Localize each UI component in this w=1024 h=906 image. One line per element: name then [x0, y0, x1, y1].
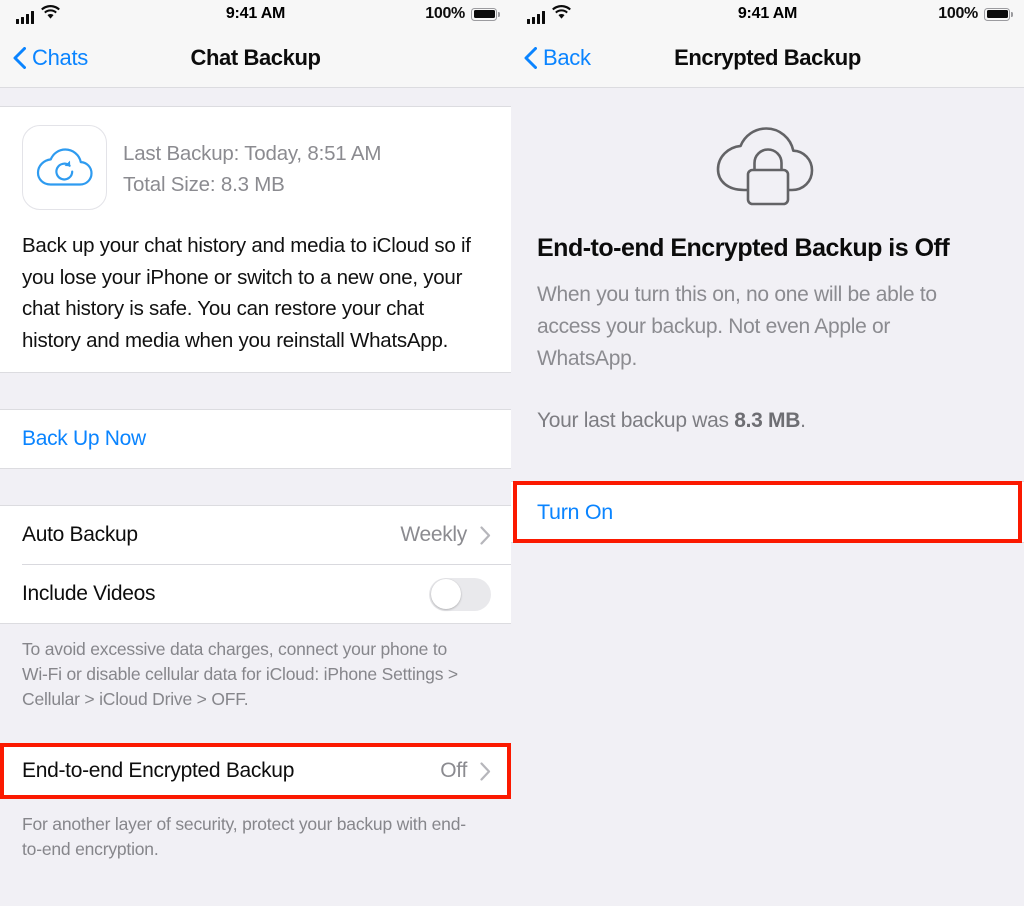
- include-videos-toggle[interactable]: [429, 577, 491, 611]
- chevron-left-icon: [13, 46, 26, 69]
- chevron-left-icon: [524, 46, 537, 69]
- section-gap-1: [0, 372, 511, 410]
- last-backup-suffix: .: [800, 409, 806, 432]
- back-button[interactable]: Back: [511, 45, 591, 71]
- last-backup-line: Your last backup was 8.3 MB.: [511, 375, 1024, 437]
- back-button-chats[interactable]: Chats: [0, 45, 88, 71]
- turn-on-label: Turn On: [537, 499, 613, 524]
- e2e-row-wrapper: End-to-end Encrypted Backup Off: [0, 743, 511, 799]
- chevron-right-icon: [480, 761, 491, 781]
- status-bar-right: 100%: [938, 5, 1013, 23]
- bottom-filler: [511, 543, 1024, 903]
- status-bar: 9:41 AM 100%: [0, 0, 511, 28]
- e2e-encrypted-backup-label: End-to-end Encrypted Backup: [22, 759, 295, 782]
- section-gap-top: [0, 88, 511, 107]
- last-backup-size: 8.3 MB: [734, 409, 801, 432]
- turn-on-row[interactable]: Turn On: [511, 481, 1024, 543]
- status-bar: 9:41 AM 100%: [511, 0, 1024, 28]
- screen-encrypted-backup: 9:41 AM 100% Back Encrypted Backup End-t…: [511, 0, 1024, 906]
- back-up-now-label: Back Up Now: [22, 427, 146, 450]
- backup-description: Back up your chat history and media to i…: [0, 214, 511, 372]
- e2e-footnote: For another layer of security, protect y…: [0, 799, 511, 875]
- back-button-label: Back: [543, 44, 591, 70]
- back-up-now-row[interactable]: Back Up Now: [0, 410, 511, 468]
- spacer-before-turn-on: [511, 437, 1024, 481]
- last-backup-label: Last Backup: Today, 8:51 AM: [123, 142, 382, 165]
- nav-bar: Chats Chat Backup: [0, 28, 511, 88]
- battery-percent-label: 100%: [938, 5, 978, 22]
- e2e-encrypted-backup-row[interactable]: End-to-end Encrypted Backup Off: [0, 743, 511, 799]
- include-videos-row[interactable]: Include Videos: [0, 565, 511, 623]
- auto-backup-right: Weekly: [400, 523, 491, 547]
- cloud-lock-icon: [716, 127, 813, 206]
- battery-full-icon: [984, 7, 1013, 21]
- chevron-right-icon: [480, 525, 491, 545]
- backup-info-lines: Last Backup: Today, 8:51 AM Total Size: …: [123, 125, 381, 200]
- battery-percent-label: 100%: [425, 5, 465, 22]
- toggle-knob: [430, 579, 461, 609]
- section-gap-2: [0, 468, 511, 506]
- backup-info-block: Last Backup: Today, 8:51 AM Total Size: …: [0, 107, 511, 214]
- screen-chat-backup: 9:41 AM 100% Chats Chat Backup Last Back…: [0, 0, 511, 906]
- icloud-backup-icon: [22, 125, 107, 210]
- dual-screen-container: 9:41 AM 100% Chats Chat Backup Last Back…: [0, 0, 1024, 906]
- include-videos-label: Include Videos: [22, 582, 156, 605]
- encrypted-backup-title: End-to-end Encrypted Backup is Off: [537, 234, 950, 262]
- e2e-encrypted-backup-value: Off: [440, 759, 467, 782]
- status-bar-right: 100%: [425, 5, 500, 23]
- encrypted-backup-body: End-to-end Encrypted Backup is Off When …: [511, 88, 1024, 903]
- section-gap-3: [0, 725, 511, 743]
- auto-backup-row[interactable]: Auto Backup Weekly: [0, 506, 511, 564]
- backup-info-top: Last Backup: Today, 8:51 AM Total Size: …: [22, 125, 491, 210]
- encrypted-backup-paragraph: When you turn this on, no one will be ab…: [537, 283, 937, 370]
- total-size-label: Total Size: 8.3 MB: [123, 173, 285, 196]
- hero-icon-container: [511, 88, 1024, 210]
- auto-backup-label: Auto Backup: [22, 523, 138, 546]
- turn-on-row-wrapper: Turn On: [511, 481, 1024, 543]
- bottom-filler: [0, 875, 511, 906]
- back-button-label: Chats: [32, 44, 88, 70]
- nav-bar: Back Encrypted Backup: [511, 28, 1024, 88]
- e2e-row-right: Off: [440, 759, 491, 783]
- last-backup-prefix: Your last backup was: [537, 409, 735, 432]
- auto-backup-value: Weekly: [400, 523, 467, 546]
- include-videos-right: [429, 577, 491, 611]
- battery-full-icon: [471, 7, 500, 21]
- data-charges-footnote: To avoid excessive data charges, connect…: [0, 624, 511, 725]
